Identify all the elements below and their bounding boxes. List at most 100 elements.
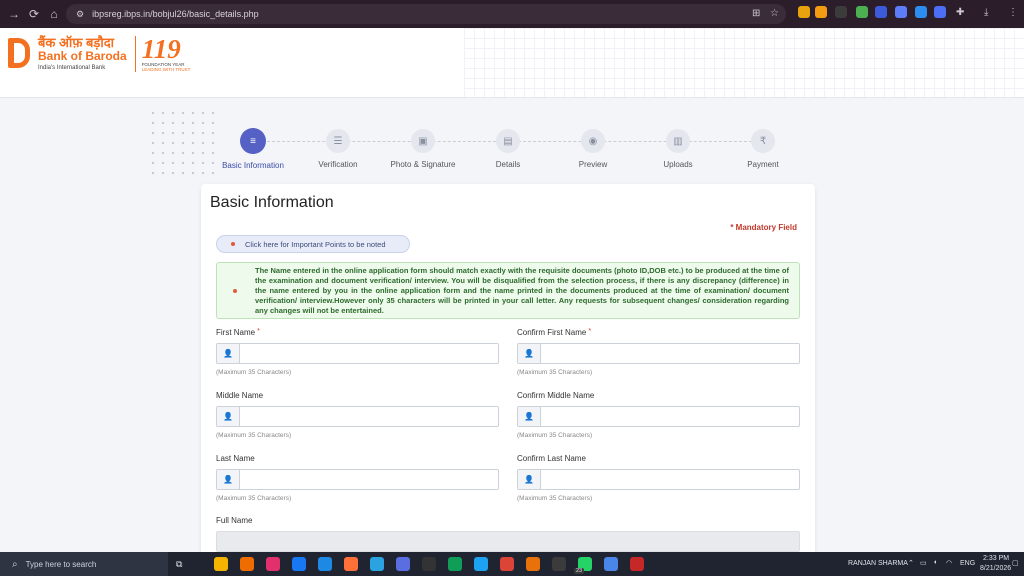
step-label: Details (495, 160, 521, 169)
wifi-icon[interactable]: ◠ (946, 559, 952, 567)
field-hint: (Maximum 35 Characters) (517, 369, 593, 376)
full-name-label: Full Name (216, 516, 253, 525)
extensions-puzzle-icon[interactable]: ✚ (956, 7, 964, 18)
step-details[interactable]: ▤ Details (465, 128, 551, 169)
anniversary-number: 119 (141, 34, 181, 64)
taskbar-app-icon[interactable] (500, 557, 514, 571)
taskbar-app-icon[interactable] (318, 557, 332, 571)
field-hint: (Maximum 35 Characters) (216, 432, 292, 439)
confirm-last-name-input[interactable] (541, 470, 799, 489)
taskbar-app-icon[interactable] (370, 557, 384, 571)
forward-icon[interactable]: → (4, 7, 24, 21)
step-photo-signature[interactable]: ▣ Photo & Signature (380, 128, 466, 169)
extension-icon[interactable] (875, 6, 887, 18)
site-header: बैंक ऑफ़ बड़ौदा Bank of Baroda India's I… (0, 28, 1024, 98)
clock-date[interactable]: 8/21/2026 (980, 565, 1011, 572)
address-bar[interactable]: ⚙ ibpsreg.ibps.in/bobjul26/basic_details… (66, 4, 786, 24)
step-preview[interactable]: ◉ Preview (550, 128, 636, 169)
taskbar-app-icon[interactable] (448, 557, 462, 571)
important-points-button[interactable]: Click here for Important Points to be no… (216, 235, 410, 253)
eye-icon: ◉ (581, 129, 605, 153)
notifications-icon[interactable]: ▢ (1012, 559, 1019, 567)
menu-icon[interactable]: ⋮ (1008, 7, 1018, 18)
anniversary-logo: 119 FOUNDATION YEAR LEADING WITH TRUST (141, 34, 191, 73)
taskbar-app-icon[interactable] (240, 557, 254, 571)
confirm-first-name-input[interactable] (541, 344, 799, 363)
task-view-icon[interactable]: ⧉ (176, 559, 182, 570)
taskbar-app-icon[interactable] (266, 557, 280, 571)
taskbar-app-icon[interactable] (552, 557, 566, 571)
step-label: Uploads (663, 160, 693, 169)
step-label: Verification (318, 160, 358, 169)
home-icon[interactable]: ⌂ (44, 7, 64, 21)
extension-icon[interactable] (856, 6, 868, 18)
taskbar-app-icon[interactable] (396, 557, 410, 571)
first-name-group: First Name * 👤 (Maximum 35 Characters) (216, 328, 499, 376)
step-payment[interactable]: ₹ Payment (720, 128, 806, 169)
chevron-up-icon[interactable]: ⌃ (908, 559, 914, 567)
first-name-input[interactable] (240, 344, 498, 363)
required-mark: * (257, 328, 260, 335)
taskbar-app-icon[interactable] (214, 557, 228, 571)
taskbar-user-name: RANJAN SHARMA (848, 560, 908, 567)
logo-tagline: India's International Bank (38, 65, 106, 71)
taskbar-app-icon[interactable] (344, 557, 358, 571)
field-hint: (Maximum 35 Characters) (216, 369, 292, 376)
taskbar-app-icon[interactable] (292, 557, 306, 571)
mandatory-field-note: * Mandatory Field (730, 223, 797, 232)
clock-time[interactable]: 2:33 PM (983, 555, 1009, 562)
extension-icon[interactable] (815, 6, 827, 18)
anniversary-subcaption: LEADING WITH TRUST (141, 67, 191, 72)
download-icon[interactable]: ⤓ (984, 7, 988, 18)
required-mark: * (588, 328, 592, 335)
bank-logo[interactable]: बैंक ऑफ़ बड़ौदा Bank of Baroda India's I… (6, 36, 190, 72)
field-hint: (Maximum 35 Characters) (517, 432, 593, 439)
extension-icon[interactable] (934, 6, 946, 18)
taskbar-app-icon[interactable] (422, 557, 436, 571)
step-uploads[interactable]: ▥ Uploads (635, 128, 721, 169)
site-info-icon[interactable]: ⚙ (76, 9, 84, 20)
step-basic-information[interactable]: ≡ Basic Information (210, 128, 296, 170)
search-icon: ⌕ (12, 558, 18, 570)
middle-name-input[interactable] (240, 407, 498, 426)
taskbar-app-icon[interactable] (474, 557, 488, 571)
header-grid-pattern (464, 28, 1024, 97)
first-name-label: First Name (216, 328, 256, 337)
taskbar-app-icon[interactable] (630, 557, 644, 571)
extension-icon[interactable] (835, 6, 847, 18)
bullet-icon (233, 288, 237, 293)
name-notice-text: The Name entered in the online applicati… (255, 265, 789, 315)
user-icon: 👤 (217, 407, 240, 426)
full-name-input (217, 532, 799, 551)
confirm-first-name-label: Confirm First Name (517, 328, 587, 337)
translate-icon[interactable]: ⊞ (752, 8, 760, 19)
step-verification[interactable]: ☰ Verification (295, 128, 381, 169)
taskbar-app-icon[interactable] (604, 557, 618, 571)
user-icon: 👤 (217, 470, 240, 489)
taskbar-app-icon[interactable] (526, 557, 540, 571)
page-title: Basic Information (210, 194, 334, 211)
confirm-middle-name-input[interactable] (541, 407, 799, 426)
file-icon: ▥ (666, 129, 690, 153)
step-label: Basic Information (222, 161, 284, 170)
volume-icon[interactable]: ◖ (933, 559, 937, 566)
last-name-input[interactable] (240, 470, 498, 489)
extension-icon[interactable] (915, 6, 927, 18)
bookmark-star-icon[interactable]: ☆ (770, 8, 779, 19)
extension-icon[interactable] (895, 6, 907, 18)
field-hint: (Maximum 35 Characters) (517, 495, 593, 502)
confirm-middle-name-group: Confirm Middle Name 👤 (Maximum 35 Charac… (517, 391, 800, 439)
network-icon[interactable]: ▭ (920, 559, 927, 567)
reload-icon[interactable]: ⟳ (24, 7, 44, 21)
basic-information-card: Basic Information * Mandatory Field Clic… (201, 184, 815, 576)
language-indicator[interactable]: ENG (960, 560, 975, 567)
middle-name-label: Middle Name (216, 391, 264, 400)
name-notice-box: The Name entered in the online applicati… (216, 262, 800, 319)
taskbar-search[interactable]: ⌕ Type here to search (0, 552, 168, 576)
extension-icon[interactable] (798, 6, 810, 18)
confirm-first-name-group: Confirm First Name * 👤 (Maximum 35 Charac… (517, 328, 800, 376)
image-icon: ▣ (411, 129, 435, 153)
application-stepper: ≡ Basic Information ☰ Verification ▣ Photo & … (210, 128, 800, 174)
confirm-last-name-label: Confirm Last Name (517, 454, 586, 463)
rupee-icon: ₹ (751, 129, 775, 153)
